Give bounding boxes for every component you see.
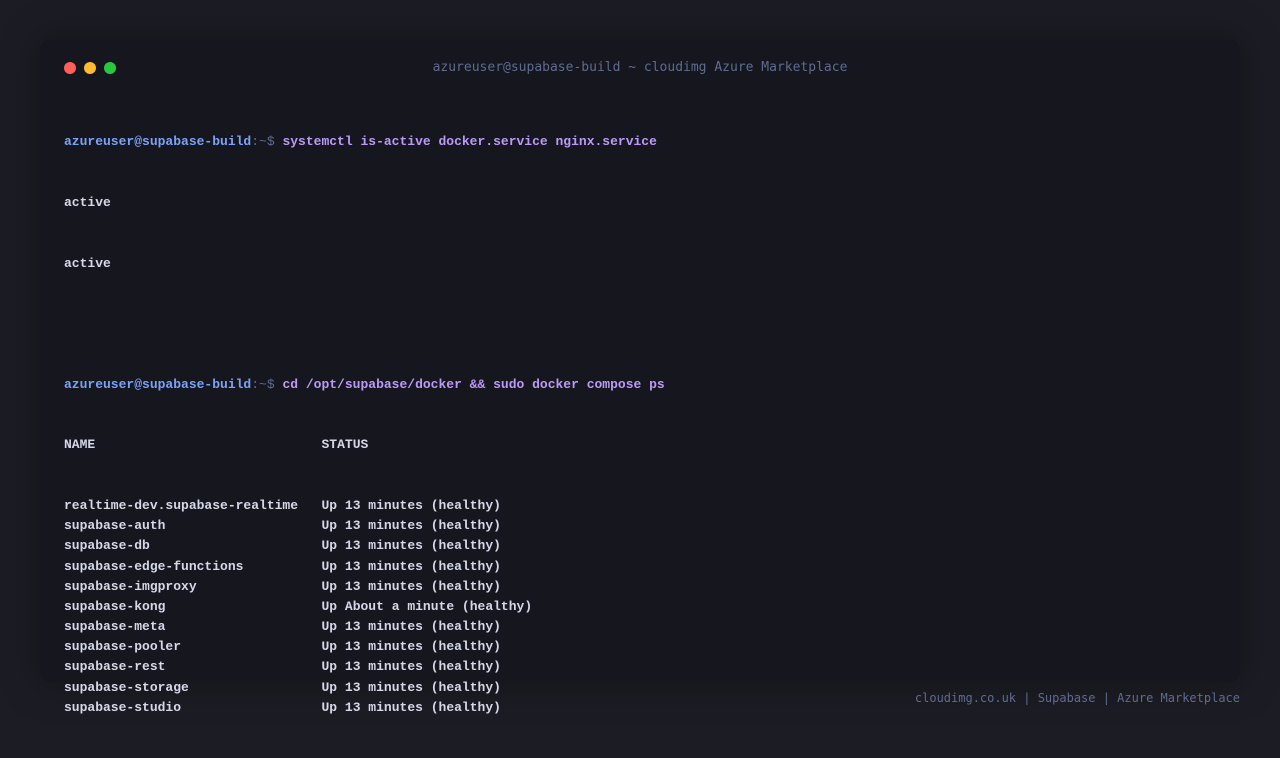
terminal-window: azureuser@supabase-build ~ cloudimg Azur… — [40, 40, 1240, 715]
container-status: Up 13 minutes (healthy) — [321, 518, 501, 534]
container-status: Up About a minute (healthy) — [321, 598, 533, 614]
table-row: supabase-meta Up 13 minutes (healthy) — [64, 617, 1214, 637]
container-name: supabase-meta — [64, 619, 166, 635]
table-row: supabase-db Up 13 minutes (healthy) — [64, 536, 1214, 556]
table-row: supabase-imgproxy Up 13 minutes (healthy) — [64, 577, 1214, 597]
container-status: Up 13 minutes (healthy) — [321, 497, 501, 513]
container-status: Up 13 minutes (healthy) — [321, 558, 501, 574]
container-name: supabase-db — [64, 538, 150, 554]
container-name: supabase-pooler — [64, 639, 182, 655]
prompt-user: azureuser@supabase-build — [64, 376, 252, 392]
container-name: supabase-auth — [64, 518, 166, 534]
container-status: Up 13 minutes (healthy) — [321, 659, 501, 675]
command-text: cd /opt/supabase/docker && sudo docker c… — [282, 376, 665, 392]
prompt-user: azureuser@supabase-build — [64, 134, 252, 150]
table-row: realtime-dev.supabase-realtime Up 13 minu… — [64, 496, 1214, 516]
table-row: supabase-edge-functions Up 13 minutes (he… — [64, 557, 1214, 577]
header-name: NAME — [64, 437, 96, 453]
container-name: supabase-edge-functions — [64, 558, 244, 574]
window-title: azureuser@supabase-build ~ cloudimg Azur… — [432, 60, 848, 75]
container-status: Up 13 minutes (healthy) — [321, 639, 501, 655]
container-status: Up 13 minutes (healthy) — [321, 679, 501, 695]
container-name: supabase-kong — [64, 598, 166, 614]
command-line: azureuser@supabase-build:~$ systemctl is… — [64, 132, 1214, 152]
header-status: STATUS — [321, 437, 369, 453]
container-status: Up 13 minutes (healthy) — [321, 619, 501, 635]
prompt-separator: :~$ — [251, 134, 283, 150]
table-row: supabase-kong Up About a minute (healthy) — [64, 597, 1214, 617]
container-list: realtime-dev.supabase-realtime Up 13 minu… — [64, 496, 1214, 718]
table-row: supabase-rest Up 13 minutes (healthy) — [64, 657, 1214, 677]
output-line: active — [64, 195, 111, 210]
container-name: supabase-storage — [64, 679, 189, 695]
container-status: Up 13 minutes (healthy) — [321, 578, 501, 594]
container-name: realtime-dev.supabase-realtime — [64, 497, 299, 513]
table-row: supabase-auth Up 13 minutes (healthy) — [64, 516, 1214, 536]
container-name: supabase-rest — [64, 659, 166, 675]
title-bar: azureuser@supabase-build ~ cloudimg Azur… — [40, 40, 1240, 96]
container-status: Up 13 minutes (healthy) — [321, 538, 501, 554]
table-header: NAME STATUS — [64, 435, 1214, 455]
prompt-separator: :~$ — [251, 376, 283, 392]
container-name: supabase-imgproxy — [64, 578, 197, 594]
command-line: azureuser@supabase-build:~$ cd /opt/supa… — [64, 375, 1214, 395]
footer-credit: cloudimg.co.uk | Supabase | Azure Market… — [914, 691, 1240, 705]
terminal-output[interactable]: azureuser@supabase-build:~$ systemctl is… — [64, 92, 1214, 758]
container-name: supabase-studio — [64, 699, 182, 715]
container-status: Up 13 minutes (healthy) — [321, 699, 501, 715]
command-text: systemctl is-active docker.service nginx… — [282, 134, 657, 150]
output-line: active — [64, 255, 111, 271]
table-row: supabase-pooler Up 13 minutes (healthy) — [64, 637, 1214, 657]
